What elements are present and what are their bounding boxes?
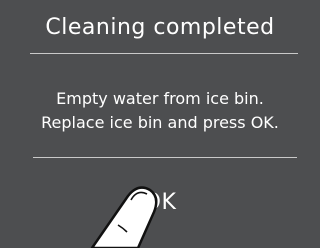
- message-line-1: Empty water from ice bin.: [56, 89, 264, 108]
- appliance-display: Cleaning completed Empty water from ice …: [0, 0, 320, 248]
- dialog-title: Cleaning completed: [45, 15, 275, 40]
- title-divider: [30, 53, 298, 54]
- dialog-message: Empty water from ice bin. Replace ice bi…: [0, 87, 320, 135]
- message-divider: [33, 157, 297, 158]
- ok-button[interactable]: OK: [110, 170, 210, 234]
- message-line-2: Replace ice bin and press OK.: [41, 113, 279, 132]
